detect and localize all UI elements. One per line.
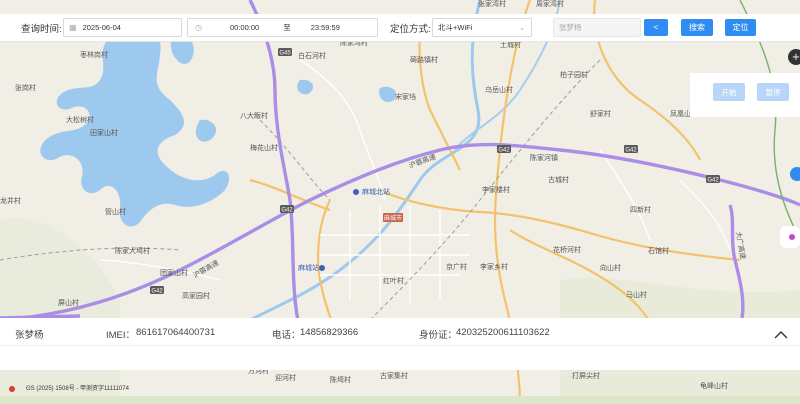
imei-label: IMEI： <box>106 330 136 341</box>
map-place-label: 古家集村 <box>380 371 408 380</box>
bottom-map-strip <box>0 396 800 404</box>
share-icon: < <box>653 23 659 32</box>
map-place-label: 周家湾村 <box>536 0 564 8</box>
phone-value: 14856829366 <box>300 327 359 338</box>
map-place-label: 京广村 <box>446 262 467 271</box>
person-input[interactable]: 张梦杨 <box>553 18 641 37</box>
time-separator: 至 <box>283 23 291 32</box>
map-place-label: 张家湾村 <box>478 0 506 8</box>
person-name: 张梦杨 <box>15 330 44 341</box>
person-input-text: 张梦杨 <box>559 23 582 32</box>
search-button[interactable]: 搜索 <box>681 19 713 36</box>
road-g42-shield: G42 <box>281 208 293 214</box>
time-range-picker[interactable]: ◷ 00:00:00 至 23:59:59 <box>187 18 378 37</box>
time-end-value: 23:59:59 <box>310 23 340 32</box>
map-place-label: 马山村 <box>626 290 647 299</box>
collapse-toggle[interactable] <box>772 326 790 342</box>
playback-controls: 开始 暂停 <box>690 73 800 117</box>
map-place-label: 红叶村 <box>383 276 404 285</box>
person-info-panel: 张梦杨 IMEI： 861617064400731 电话： 1485682936… <box>0 318 800 370</box>
road-g45-shield: G45 <box>279 51 291 57</box>
map-place-label: 屏山村 <box>58 298 79 307</box>
time-start-value: 00:00:00 <box>229 23 260 32</box>
map-place-label: 陈家河镇 <box>530 153 558 162</box>
road-g42-shield: G42 <box>707 178 719 184</box>
copyright-text: GS (2025) 1508号 - 甲测资字11111074 <box>26 386 129 392</box>
map-place-label: 管山村 <box>105 207 126 216</box>
positioning-select[interactable]: 北斗+WiFi ⌄ <box>432 18 532 37</box>
phone-label: 电话： <box>272 330 301 341</box>
city-label: 麻城市 <box>384 214 402 222</box>
share-button[interactable]: < <box>644 19 668 36</box>
map-place-label: 梅花山村 <box>250 143 278 152</box>
map-place-label: 花桥河村 <box>553 245 581 254</box>
map-place-label: 石馆村 <box>648 246 669 255</box>
map-place-label: 打屏尖村 <box>572 371 600 380</box>
map-copyright: GS (2025) 1508号 - 甲测资字11111074 <box>0 383 200 395</box>
chevron-up-icon <box>774 330 788 338</box>
positioning-value: 北斗+WiFi <box>438 23 473 32</box>
calendar-icon: ▦ <box>69 23 77 32</box>
imei-value: 861617064400731 <box>136 327 216 338</box>
map-place-label: 麻城北站 <box>362 187 390 196</box>
station-icon <box>353 189 359 195</box>
road-g42-shield: G42 <box>151 289 163 295</box>
plus-icon: + <box>792 52 800 63</box>
query-time-label: 查询时间: <box>21 24 62 35</box>
road-g42-shield: G42 <box>498 148 510 154</box>
map-place-label: 乌岳山村 <box>485 85 513 94</box>
map-place-label: 八大畈村 <box>240 111 268 120</box>
map-place-label: 枣林岗村 <box>80 50 108 59</box>
date-value: 2025-06-04 <box>82 23 121 32</box>
map-place-label: 麻城站 <box>298 263 319 272</box>
locate-button[interactable]: 定位 <box>725 19 756 36</box>
map-place-label: 李家楼村 <box>482 185 510 194</box>
map-place-label: 碕路镇村 <box>410 55 438 64</box>
map-place-label: 四新村 <box>630 205 651 214</box>
map-place-label: 龟峰山村 <box>700 381 728 390</box>
location-pin-icon <box>789 234 795 240</box>
chevron-down-icon: ⌄ <box>519 24 525 32</box>
map-place-label: 田家山村 <box>90 128 118 137</box>
map-place-label: 高家园村 <box>182 291 210 300</box>
map-place-label: 龙井村 <box>0 196 21 205</box>
clock-icon: ◷ <box>195 23 202 32</box>
map-place-label: 柏子园村 <box>560 70 588 79</box>
map-place-label: 舒家村 <box>590 109 611 118</box>
map-place-label: 宋家垱 <box>395 92 416 101</box>
query-toolbar: 查询时间: ▦ 2025-06-04 ◷ 00:00:00 至 23:59:59… <box>0 14 800 42</box>
pause-button[interactable]: 暂停 <box>757 83 789 101</box>
map-place-label: 向山村 <box>600 263 621 272</box>
map-place-label: 张岗村 <box>15 83 36 92</box>
road-g42-shield: G42 <box>625 148 637 154</box>
id-label: 身份证： <box>419 330 458 341</box>
map-place-label: 大松树村 <box>66 115 94 124</box>
date-picker[interactable]: ▦ 2025-06-04 <box>63 18 182 37</box>
map-place-label: 迎河村 <box>275 373 296 382</box>
person-info-row: 张梦杨 IMEI： 861617064400731 电话： 1485682936… <box>0 318 800 346</box>
positioning-label: 定位方式: <box>390 24 431 35</box>
map-place-label: 陈家大塆村 <box>115 246 150 255</box>
station-icon <box>319 265 325 271</box>
map-place-label: 白石河村 <box>298 51 326 60</box>
id-value: 420325200611103622 <box>456 327 550 338</box>
map-place-label: 李家乡村 <box>480 262 508 271</box>
map-place-label: 团家山村 <box>160 268 188 277</box>
map-place-label: 陈塆村 <box>330 375 351 384</box>
map-place-label: 古城村 <box>548 175 569 184</box>
start-button[interactable]: 开始 <box>713 83 745 101</box>
